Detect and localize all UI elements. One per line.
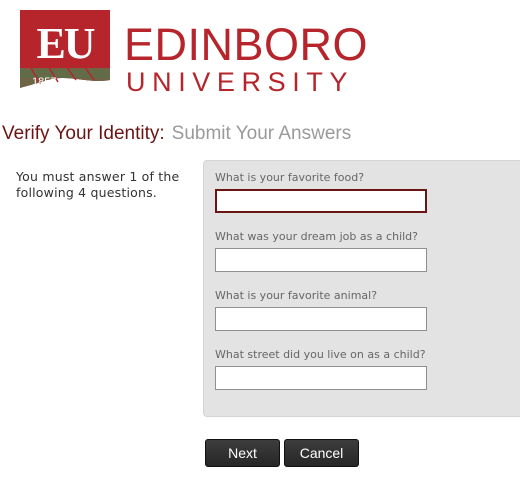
logo-monogram: EU bbox=[36, 19, 94, 68]
page: EU 1857 EDINBORO UNIVERSITY Verify Your … bbox=[0, 0, 520, 480]
next-button[interactable]: Next bbox=[205, 439, 280, 467]
answer-input-favorite-food[interactable] bbox=[215, 189, 427, 213]
question-group-1: What is your favorite food? bbox=[215, 171, 427, 213]
answer-input-childhood-street[interactable] bbox=[215, 366, 427, 390]
page-title-main: Verify Your Identity: bbox=[2, 123, 165, 144]
eu-flag-icon: EU 1857 bbox=[20, 10, 110, 88]
question-label-childhood-street: What street did you live on as a child? bbox=[215, 348, 426, 361]
page-title: Verify Your Identity: Submit Your Answers bbox=[2, 122, 351, 146]
university-logo: EU 1857 EDINBORO UNIVERSITY bbox=[18, 8, 368, 98]
answer-input-dream-job[interactable] bbox=[215, 248, 427, 272]
question-group-4: What street did you live on as a child? bbox=[215, 348, 427, 390]
question-group-2: What was your dream job as a child? bbox=[215, 230, 427, 272]
answer-input-favorite-animal[interactable] bbox=[215, 307, 427, 331]
logo-year: 1857 bbox=[32, 76, 56, 88]
question-label-favorite-food: What is your favorite food? bbox=[215, 171, 365, 184]
logo-wordmark-bottom: UNIVERSITY bbox=[126, 67, 355, 97]
page-title-sub: Submit Your Answers bbox=[171, 123, 352, 144]
logo-wordmark-top: EDINBORO bbox=[124, 19, 369, 70]
question-label-dream-job: What was your dream job as a child? bbox=[215, 230, 419, 243]
instructions-text: You must answer 1 of the following 4 que… bbox=[16, 169, 180, 200]
question-group-3: What is your favorite animal? bbox=[215, 289, 427, 331]
question-label-favorite-animal: What is your favorite animal? bbox=[215, 289, 378, 302]
cancel-button[interactable]: Cancel bbox=[284, 439, 359, 467]
security-questions-panel: What is your favorite food? What was you… bbox=[203, 160, 520, 417]
